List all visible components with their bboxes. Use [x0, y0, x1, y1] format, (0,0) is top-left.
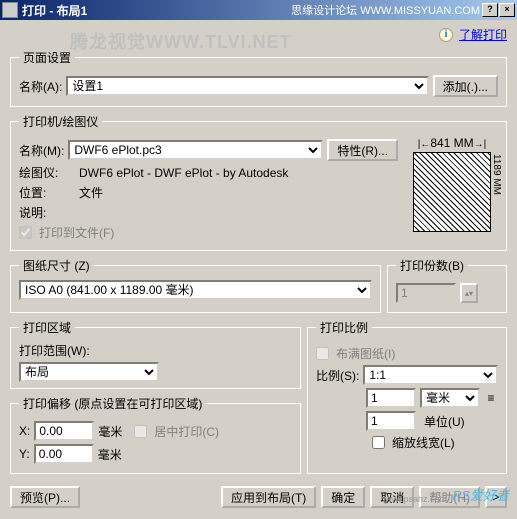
- setup-name-label: 名称(A):: [19, 78, 62, 95]
- print-area-legend: 打印区域: [19, 319, 75, 336]
- printer-legend: 打印机/绘图仪: [19, 113, 102, 130]
- print-range-label: 打印范围(W):: [19, 342, 292, 359]
- fit-label: 布满图纸(I): [336, 345, 395, 362]
- learn-print-link[interactable]: 了解打印: [459, 26, 507, 43]
- printer-group: 打印机/绘图仪 名称(M): DWF6 ePlot.pc3 特性(R)... 绘…: [10, 113, 507, 251]
- dim-width: |←841 MM→|: [406, 136, 498, 152]
- plotter-value: DWF6 ePlot - DWF ePlot - by Autodesk: [79, 166, 288, 180]
- app-icon: [2, 2, 18, 18]
- paper-size-group: 图纸尺寸 (Z) ISO A0 (841.00 x 1189.00 毫米): [10, 257, 381, 313]
- lineweight-label: 缩放线宽(L): [392, 434, 455, 451]
- copies-legend: 打印份数(B): [396, 257, 468, 274]
- printer-name-select[interactable]: DWF6 ePlot.pc3: [68, 140, 323, 160]
- location-value: 文件: [79, 184, 103, 201]
- help-button[interactable]: ?: [482, 3, 498, 17]
- equals-icon: ≡: [484, 391, 498, 405]
- scale-select[interactable]: 1:1: [363, 365, 498, 385]
- unit-input[interactable]: [366, 411, 416, 431]
- print-range-select[interactable]: 布局: [19, 362, 159, 382]
- print-to-file-check: [19, 226, 32, 239]
- preview-button[interactable]: 预览(P)...: [10, 486, 80, 508]
- unit-label: 单位(U): [420, 413, 498, 430]
- copies-spinner: ▴▾: [460, 283, 478, 303]
- x-input[interactable]: [34, 421, 94, 441]
- watermark-url: www.psahz.com: [382, 494, 447, 504]
- y-label: Y:: [19, 447, 30, 461]
- y-input[interactable]: [34, 444, 94, 464]
- setup-name-select[interactable]: 设置1: [66, 76, 428, 96]
- window-title: 打印 - 布局1: [22, 2, 291, 19]
- ok-button[interactable]: 确定: [321, 486, 365, 508]
- print-area-group: 打印区域 打印范围(W): 布局: [10, 319, 301, 389]
- center-label: 居中打印(C): [154, 423, 219, 440]
- subtitle: 思缘设计论坛 WWW.MISSYUAN.COM: [291, 2, 480, 18]
- fit-check: [316, 347, 329, 360]
- mm-input[interactable]: [366, 388, 416, 408]
- page-setup-group: 页面设置 名称(A): 设置1 添加(.)...: [10, 49, 507, 107]
- scale-label: 比例(S):: [316, 367, 359, 384]
- scale-legend: 打印比例: [316, 319, 372, 336]
- page-setup-legend: 页面设置: [19, 49, 75, 66]
- watermark-logo: PS爱好者: [453, 485, 509, 504]
- print-to-file-label: 打印到文件(F): [39, 224, 114, 241]
- properties-button[interactable]: 特性(R)...: [327, 139, 398, 161]
- add-button[interactable]: 添加(.)...: [433, 75, 498, 97]
- apply-button[interactable]: 应用到布局(T): [221, 486, 316, 508]
- lineweight-check[interactable]: [372, 436, 385, 449]
- copies-group: 打印份数(B) ▴▾: [387, 257, 507, 313]
- titlebar: 打印 - 布局1 思缘设计论坛 WWW.MISSYUAN.COM ? ×: [0, 0, 517, 20]
- y-unit: 毫米: [98, 446, 122, 463]
- paper-size-select[interactable]: ISO A0 (841.00 x 1189.00 毫米): [19, 280, 372, 300]
- offset-group: 打印偏移 (原点设置在可打印区域) X: 毫米 居中打印(C) Y: 毫米: [10, 395, 301, 474]
- paper-size-legend: 图纸尺寸 (Z): [19, 257, 94, 274]
- mm-unit-select[interactable]: 毫米: [420, 388, 480, 408]
- offset-legend: 打印偏移 (原点设置在可打印区域): [19, 395, 206, 412]
- plotter-label: 绘图仪:: [19, 164, 75, 181]
- x-unit: 毫米: [98, 423, 122, 440]
- info-icon: i: [439, 28, 453, 42]
- location-label: 位置:: [19, 184, 75, 201]
- center-check: [134, 425, 147, 438]
- printer-name-label: 名称(M):: [19, 142, 64, 159]
- copies-input: [396, 283, 456, 303]
- dim-height: 1189 MM: [491, 154, 502, 195]
- paper-preview: |←841 MM→| 1189 MM: [406, 136, 498, 244]
- scale-group: 打印比例 布满图纸(I) 比例(S): 1:1 毫米 ≡ 单位(U): [307, 319, 507, 474]
- desc-label: 说明:: [19, 204, 75, 221]
- close-button[interactable]: ×: [499, 3, 515, 17]
- x-label: X:: [19, 424, 30, 438]
